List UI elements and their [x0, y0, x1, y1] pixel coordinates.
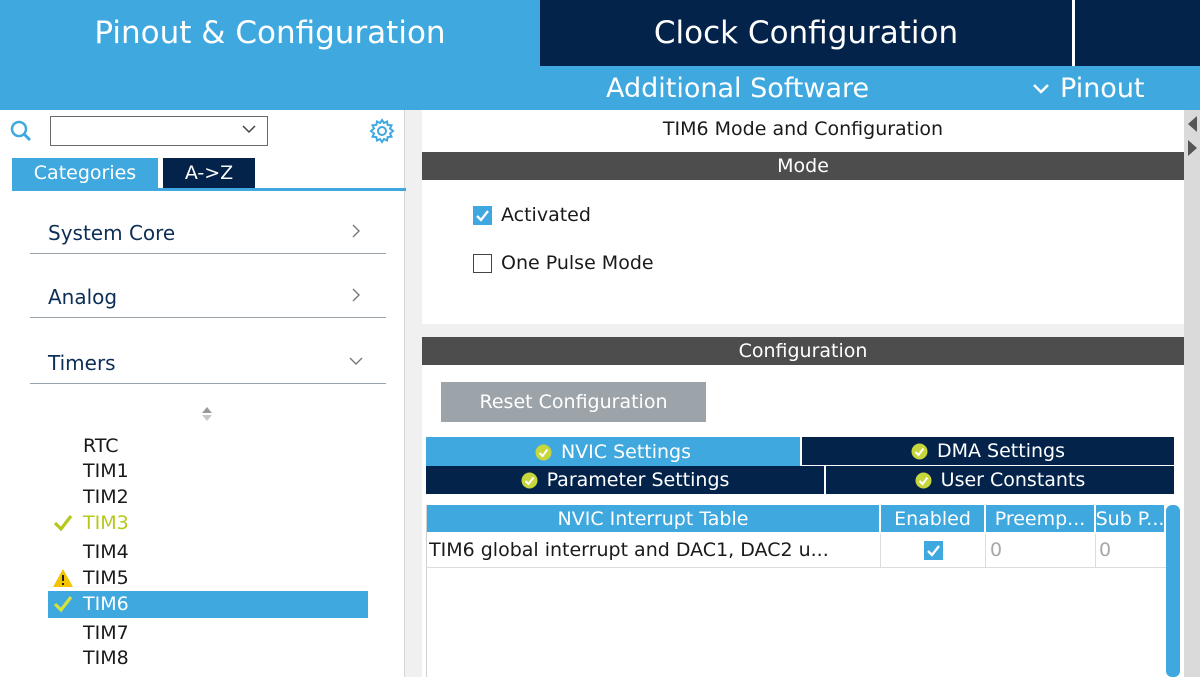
column-header-enabled[interactable]: Enabled [881, 505, 984, 532]
warning-icon [53, 569, 73, 587]
category-system-core[interactable]: System Core [30, 198, 386, 254]
list-item-tim1[interactable]: TIM1 [48, 458, 368, 485]
collapse-arrows-icon[interactable] [1186, 114, 1198, 158]
list-item-label: TIM7 [83, 622, 129, 644]
list-item-label: TIM5 [83, 567, 129, 589]
list-item-tim6[interactable]: TIM6 [48, 591, 368, 618]
gear-icon[interactable] [369, 118, 395, 144]
list-item-tim5[interactable]: TIM5 [48, 565, 368, 592]
preemption-priority-cell[interactable]: 0 [990, 534, 1090, 566]
chevron-right-icon [352, 224, 360, 238]
chevron-down-icon [1033, 84, 1049, 94]
tab-pinout-configuration[interactable]: Pinout & Configuration [0, 0, 540, 66]
sort-icon[interactable] [200, 405, 214, 423]
page-title: TIM6 Mode and Configuration [662, 118, 944, 140]
additional-software-button[interactable]: Additional Software [606, 66, 869, 110]
tab-underline [12, 188, 406, 191]
checkbox-checked-icon [923, 540, 943, 560]
tab-a-to-z-label: A->Z [184, 162, 234, 184]
checkbox-unchecked-icon [473, 253, 492, 273]
category-label: System Core [48, 221, 176, 245]
tab-pinout-label: Pinout & Configuration [94, 15, 446, 51]
mode-header: Mode [422, 152, 1184, 180]
chevron-down-icon[interactable] [241, 121, 257, 137]
tab-user-constants-label: User Constants [940, 469, 1086, 491]
check-circle-icon [911, 443, 928, 459]
search-icon[interactable] [10, 120, 32, 142]
cell-divider [985, 534, 986, 567]
activated-checkbox[interactable]: Activated [473, 202, 591, 228]
sidebar-splitter[interactable] [404, 110, 422, 677]
chevron-down-icon [349, 357, 363, 365]
row-divider [426, 567, 1166, 568]
list-item-label: TIM3 [83, 512, 129, 534]
tab-more[interactable] [1072, 0, 1200, 66]
reset-configuration-button[interactable]: Reset Configuration [441, 382, 706, 422]
category-label: Analog [48, 285, 118, 309]
reset-configuration-label: Reset Configuration [479, 391, 668, 413]
collapse-strip [1184, 110, 1200, 677]
check-circle-icon [521, 472, 538, 488]
list-item-tim7[interactable]: TIM7 [48, 620, 368, 647]
search-input[interactable] [50, 116, 268, 146]
tab-parameter-settings[interactable]: Parameter Settings [426, 466, 824, 494]
check-circle-icon [535, 444, 552, 460]
tab-clock-configuration[interactable]: Clock Configuration [540, 0, 1072, 66]
sub-priority-cell[interactable]: 0 [1099, 534, 1161, 566]
tab-categories[interactable]: Categories [12, 158, 158, 188]
list-item-tim4[interactable]: TIM4 [48, 539, 368, 566]
one-pulse-mode-label: One Pulse Mode [501, 252, 654, 274]
configuration-header-label: Configuration [738, 340, 868, 362]
list-item-label: TIM1 [83, 460, 129, 482]
cell-divider [1095, 534, 1096, 567]
check-circle-icon [915, 472, 932, 488]
list-item-label: TIM2 [83, 486, 129, 508]
category-timers[interactable]: Timers [30, 328, 386, 384]
column-header-interrupt[interactable]: NVIC Interrupt Table [427, 505, 879, 532]
column-header-sub-priority[interactable]: Sub P... [1096, 505, 1164, 532]
column-header-preemption[interactable]: Preemp... [986, 505, 1094, 532]
list-item-rtc[interactable]: RTC [48, 433, 368, 460]
checkmark-icon [53, 596, 73, 613]
enabled-checkbox[interactable] [881, 534, 985, 566]
tab-dma-label: DMA Settings [937, 440, 1065, 462]
pinout-menu-label: Pinout [1060, 72, 1145, 104]
activated-label: Activated [501, 204, 591, 226]
one-pulse-mode-checkbox[interactable]: One Pulse Mode [473, 250, 654, 276]
chevron-right-icon [352, 288, 360, 302]
list-item-label: TIM8 [83, 647, 129, 669]
checkbox-checked-icon [473, 205, 492, 225]
tab-dma-settings[interactable]: DMA Settings [802, 437, 1174, 465]
table-scrollbar[interactable] [1166, 505, 1180, 677]
checkmark-icon [53, 515, 73, 532]
tab-user-constants[interactable]: User Constants [826, 466, 1174, 494]
category-label: Timers [48, 351, 116, 375]
pinout-menu[interactable]: Pinout [1030, 66, 1145, 110]
configuration-header: Configuration [422, 337, 1184, 365]
mode-header-label: Mode [777, 155, 829, 177]
interrupt-name-cell: TIM6 global interrupt and DAC1, DAC2 u..… [429, 539, 829, 561]
list-item-tim8[interactable]: TIM8 [48, 645, 368, 672]
list-item-tim3[interactable]: TIM3 [48, 510, 368, 537]
tab-categories-label: Categories [33, 162, 137, 184]
tab-clock-label: Clock Configuration [653, 15, 959, 51]
list-item-tim2[interactable]: TIM2 [48, 484, 368, 511]
secondary-toolbar: Additional Software Pinout [0, 66, 1200, 110]
tab-nvic-label: NVIC Settings [560, 441, 692, 463]
tab-nvic-settings[interactable]: NVIC Settings [426, 437, 800, 467]
list-item-label: TIM6 [83, 593, 129, 615]
list-item-label: RTC [83, 435, 119, 457]
tab-parameter-label: Parameter Settings [546, 469, 730, 491]
tab-a-to-z[interactable]: A->Z [163, 158, 255, 188]
list-item-label: TIM4 [83, 541, 129, 563]
category-analog[interactable]: Analog [30, 262, 386, 318]
